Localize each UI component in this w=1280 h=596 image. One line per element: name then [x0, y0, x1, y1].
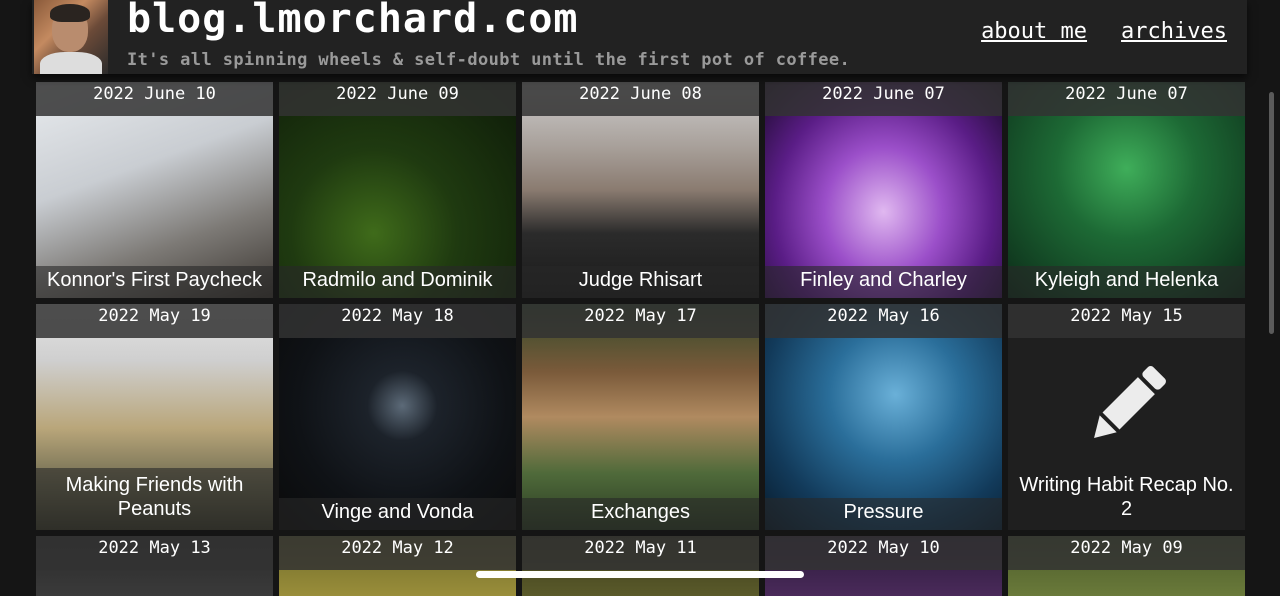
post-date: 2022 May 17 [522, 304, 759, 338]
post-title[interactable]: Vinge and Vonda [279, 498, 516, 530]
post-date: 2022 June 10 [36, 82, 273, 116]
top-nav: about me archives [981, 19, 1227, 44]
post-card[interactable]: 2022 May 09 [1008, 536, 1245, 596]
post-date: 2022 May 16 [765, 304, 1002, 338]
site-header: blog.lmorchard.com It's all spinning whe… [32, 0, 1247, 74]
post-title[interactable]: Judge Rhisart [522, 266, 759, 298]
page-scrollbar[interactable] [1269, 92, 1274, 334]
post-date: 2022 May 12 [279, 536, 516, 570]
post-title[interactable]: Pressure [765, 498, 1002, 530]
post-card[interactable]: 2022 May 17 Exchanges [522, 304, 759, 530]
post-title[interactable]: Radmilo and Dominik [279, 266, 516, 298]
nav-about-me-link[interactable]: about me [981, 19, 1087, 44]
post-title[interactable]: Writing Habit Recap No. 2 [1008, 468, 1245, 530]
pencil-icon [1094, 366, 1166, 438]
site-title[interactable]: blog.lmorchard.com [127, 0, 578, 42]
post-card[interactable]: 2022 May 11 [522, 536, 759, 596]
home-indicator[interactable] [476, 571, 804, 578]
post-card[interactable]: 2022 June 07 Kyleigh and Helenka [1008, 82, 1245, 298]
post-title[interactable]: Konnor's First Paycheck [36, 266, 273, 298]
post-date: 2022 May 11 [522, 536, 759, 570]
post-title[interactable]: Making Friends with Peanuts [36, 468, 273, 530]
post-card[interactable]: 2022 May 12 [279, 536, 516, 596]
post-date: 2022 May 15 [1008, 304, 1245, 338]
post-title[interactable]: Finley and Charley [765, 266, 1002, 298]
post-date: 2022 May 10 [765, 536, 1002, 570]
post-date: 2022 June 07 [1008, 82, 1245, 116]
post-date: 2022 May 13 [36, 536, 273, 570]
post-card[interactable]: 2022 May 18 Vinge and Vonda [279, 304, 516, 530]
nav-archives-link[interactable]: archives [1121, 19, 1227, 44]
post-title[interactable]: Exchanges [522, 498, 759, 530]
post-date: 2022 May 09 [1008, 536, 1245, 570]
post-card[interactable]: 2022 June 08 Judge Rhisart [522, 82, 759, 298]
post-card[interactable]: 2022 May 16 Pressure [765, 304, 1002, 530]
post-card[interactable]: 2022 June 10 Konnor's First Paycheck [36, 82, 273, 298]
author-avatar[interactable] [34, 0, 108, 74]
post-date: 2022 May 18 [279, 304, 516, 338]
post-card[interactable]: 2022 June 07 Finley and Charley [765, 82, 1002, 298]
site-tagline: It's all spinning wheels & self-doubt un… [127, 50, 851, 70]
post-date: 2022 June 08 [522, 82, 759, 116]
post-card[interactable]: 2022 May 15 Writing Habit Recap No. 2 [1008, 304, 1245, 530]
post-card[interactable]: 2022 May 13 [36, 536, 273, 596]
post-date: 2022 May 19 [36, 304, 273, 338]
post-title[interactable]: Kyleigh and Helenka [1008, 266, 1245, 298]
post-card[interactable]: 2022 June 09 Radmilo and Dominik [279, 82, 516, 298]
post-date: 2022 June 09 [279, 82, 516, 116]
post-card[interactable]: 2022 May 19 Making Friends with Peanuts [36, 304, 273, 530]
post-card[interactable]: 2022 May 10 [765, 536, 1002, 596]
post-date: 2022 June 07 [765, 82, 1002, 116]
